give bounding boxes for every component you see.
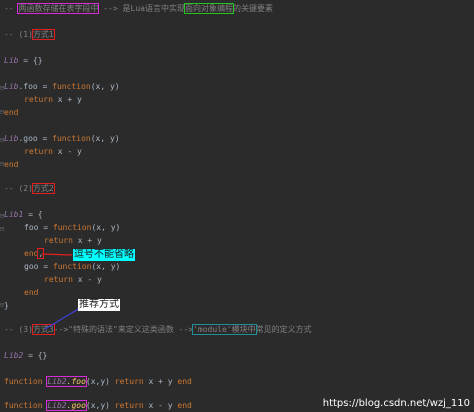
annotation-comma-note: 逗号不能省略: [73, 249, 135, 261]
code-line-foo-body: return x + y: [24, 95, 82, 104]
comment-section-3: -- (3)方式3-->"特殊的语法"来定义这类函数 -->'module'模块…: [4, 324, 312, 335]
code-line-foo1-sig: foo = function(x, y): [24, 223, 121, 232]
code-line-foo1-body: return x + y: [44, 236, 102, 245]
fold-icon[interactable]: ⊟: [0, 301, 4, 309]
code-line-goo1-body: return x - y: [44, 275, 102, 284]
code-line-goo-body: return x - y: [24, 147, 82, 156]
code-line-end-1: end: [4, 108, 19, 117]
comment-section-2: -- (2)方式2: [4, 183, 55, 194]
highlight-box-oop: 面向对象编程: [183, 3, 234, 14]
highlight-box-intro: 两函数存储在表字段中: [17, 3, 100, 14]
code-line-foo2: function Lib2.foo(x,y) return x + y end: [4, 376, 192, 387]
lib2-goo-highlight: Lib2.goo: [46, 400, 87, 411]
code-line-lib: Lib = {}: [4, 56, 43, 65]
lib2-foo-highlight: Lib2.foo: [46, 376, 87, 387]
code-line-end-3: end,: [24, 248, 45, 259]
code-line-lib2: Lib2 = {}: [4, 351, 48, 360]
code-line-foo-sig: Lib.foo = function(x, y): [4, 82, 120, 91]
code-line-lib1: Lib1 = {: [4, 210, 43, 219]
section-2-label: 方式2: [31, 183, 55, 194]
code-line-goo2: function Lib2.goo(x,y) return x - y end: [4, 400, 192, 411]
fold-icon[interactable]: ⊟: [0, 212, 4, 220]
fold-icon[interactable]: ⊟: [0, 225, 4, 233]
code-line-end-4: end: [24, 288, 39, 297]
fold-icon[interactable]: ⊟: [0, 84, 4, 92]
comment-line-intro: -- 两函数存储在表字段中 --> 是Lua语言中实现面向对象编程的关键要素: [4, 3, 273, 14]
code-line-goo1-sig: goo = function(x, y): [24, 262, 121, 271]
fold-icon[interactable]: ⊟: [0, 108, 4, 116]
section-3-label: 方式3: [31, 324, 55, 335]
code-editor[interactable]: -- 两函数存储在表字段中 --> 是Lua语言中实现面向对象编程的关键要素 -…: [0, 0, 474, 412]
section-1-label: 方式1: [31, 29, 55, 40]
code-line-goo-sig: Lib.goo = function(x, y): [4, 134, 120, 143]
annotation-recommend: 推荐方式: [78, 299, 120, 311]
comment-section-1: -- (1)方式1: [4, 29, 55, 40]
watermark: https://blog.csdn.net/wzj_110: [322, 398, 470, 409]
comma-highlight: ,: [37, 248, 45, 259]
editor-gutter: ⊟ ⊟ ⊟ ⊟ ⊟ ⊟ ⊟: [0, 0, 6, 412]
fold-icon[interactable]: ⊟: [0, 136, 4, 144]
code-line-end-2: end: [4, 160, 19, 169]
fold-icon[interactable]: ⊟: [0, 160, 4, 168]
module-highlight: 'module'模块中: [192, 324, 257, 335]
